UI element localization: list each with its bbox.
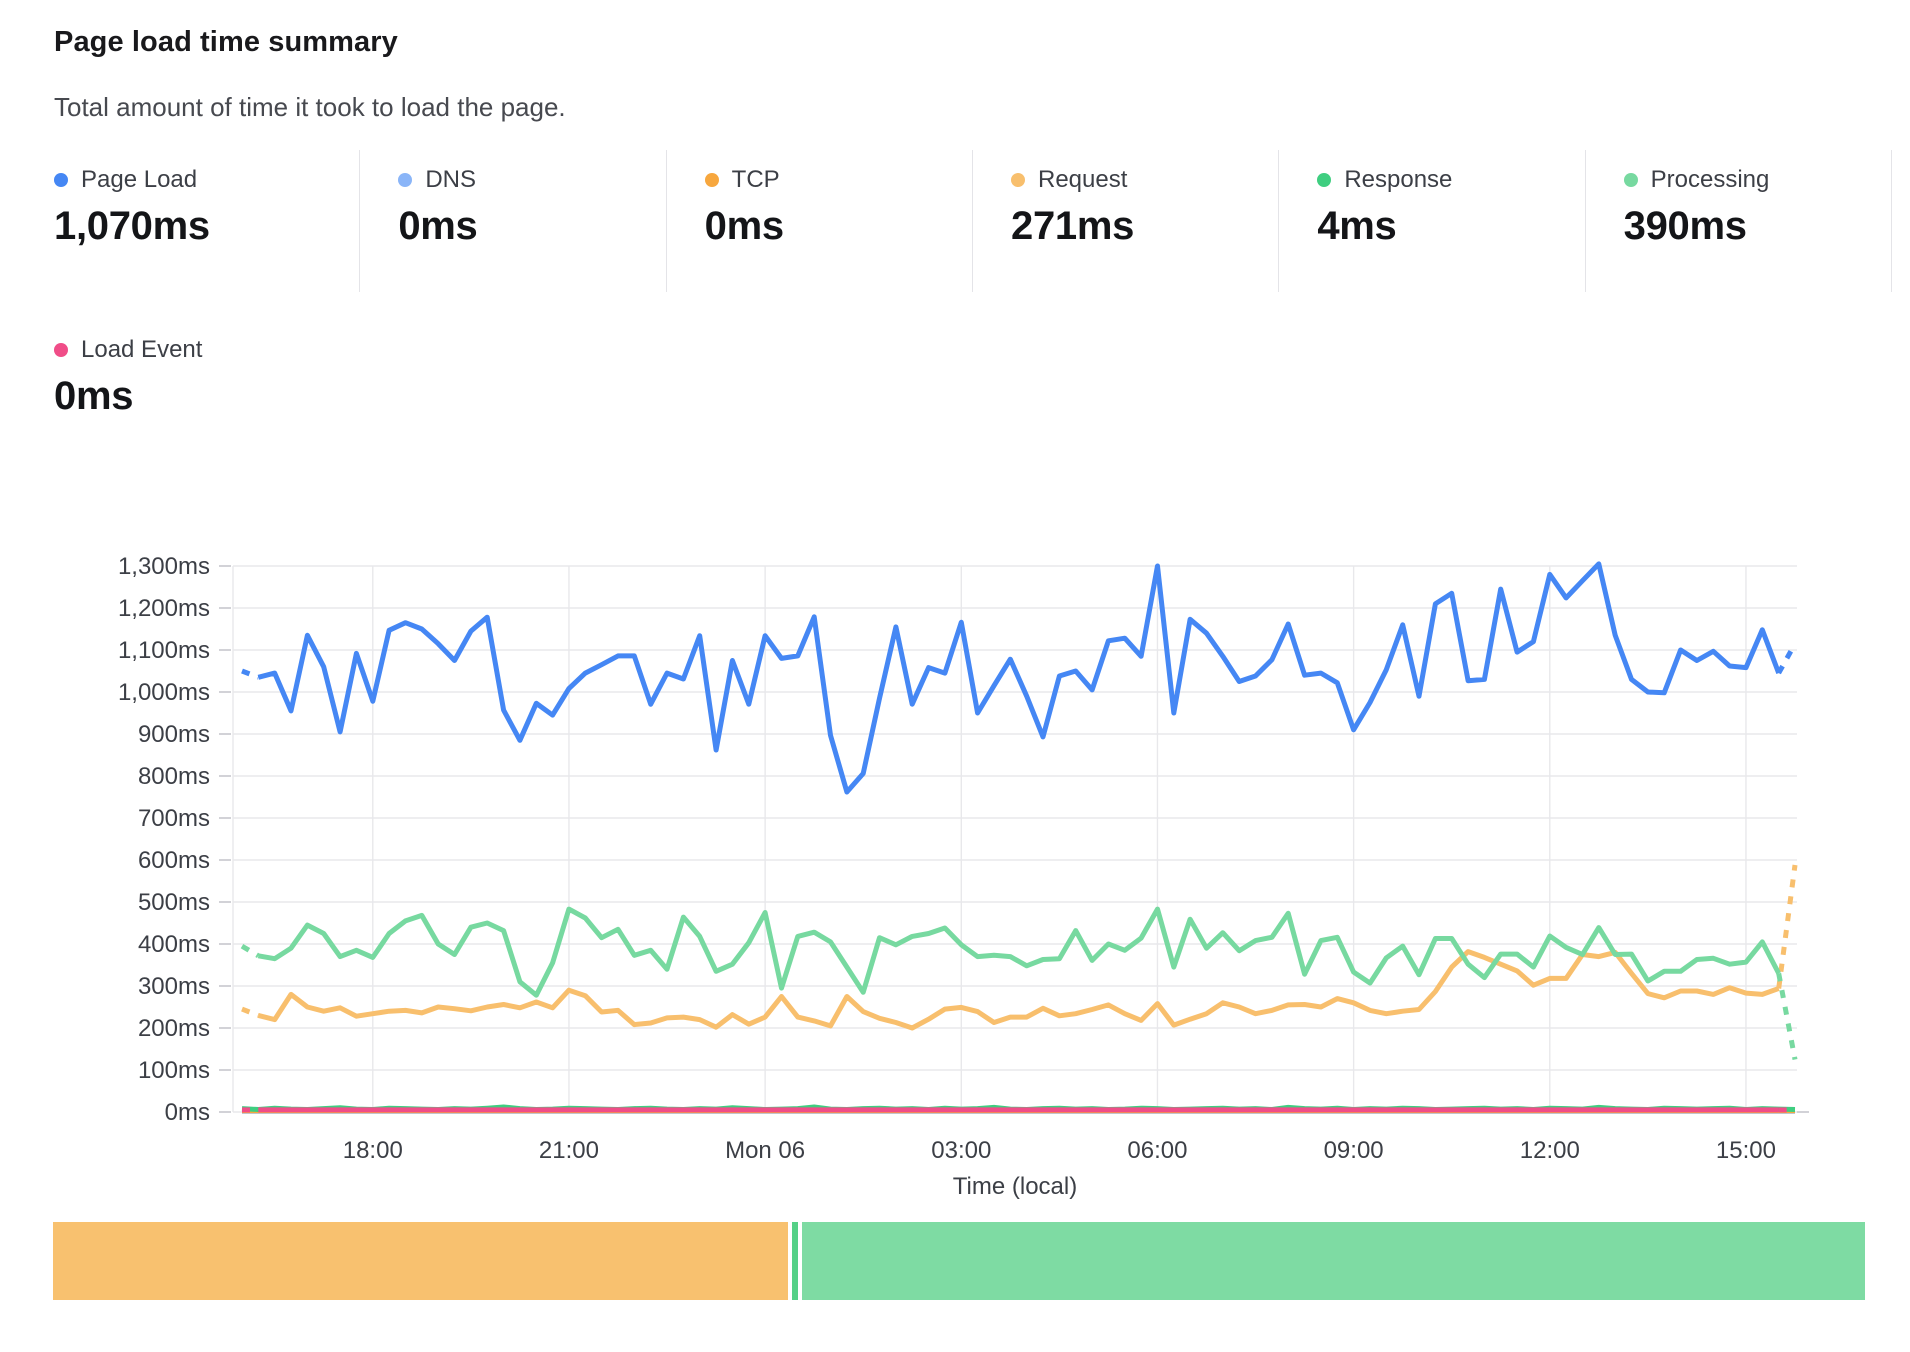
bar-segment-request-share — [53, 1222, 788, 1300]
x-axis-label: 18:00 — [343, 1137, 403, 1164]
x-axis-label: Mon 06 — [725, 1137, 805, 1164]
legend-item-request: Request 271ms — [973, 150, 1279, 292]
x-axis-label: 12:00 — [1520, 1137, 1580, 1164]
bar-segment-processing-share — [802, 1222, 1865, 1300]
legend-item-page-load: Page Load 1,070ms — [54, 150, 360, 292]
y-axis-label: 700ms — [138, 805, 210, 832]
series-line-page-load-tail — [1779, 644, 1795, 673]
series-line-page-load — [258, 564, 1778, 792]
request-series-dot-icon — [1011, 173, 1025, 187]
page-load-series-dot-icon — [54, 173, 68, 187]
legend-stats-row: Page Load 1,070ms DNS 0ms TCP 0ms Request 271ms… — [54, 150, 1892, 292]
legend-item-processing: Processing 390ms — [1586, 150, 1892, 292]
y-axis-label: 1,300ms — [118, 553, 210, 580]
x-axis-label: 06:00 — [1127, 1137, 1187, 1164]
legend-value: 4ms — [1317, 204, 1584, 249]
y-axis-label: 400ms — [138, 931, 210, 958]
legend-value: 0ms — [705, 204, 972, 249]
page-subtitle: Total amount of time it took to load the… — [54, 92, 566, 123]
y-axis-label: 300ms — [138, 973, 210, 1000]
processing-series-dot-icon — [1624, 173, 1638, 187]
legend-label: DNS — [425, 166, 476, 194]
y-axis-label: 900ms — [138, 721, 210, 748]
x-axis-label: 15:00 — [1716, 1137, 1776, 1164]
bar-segment-response-share — [792, 1222, 798, 1300]
x-axis-label: 09:00 — [1324, 1137, 1384, 1164]
legend-item-tcp: TCP 0ms — [667, 150, 973, 292]
y-axis-label: 1,100ms — [118, 637, 210, 664]
legend-item-response: Response 4ms — [1279, 150, 1585, 292]
legend-value: 0ms — [54, 374, 202, 419]
series-line-request-tail — [1779, 865, 1795, 989]
x-axis-title: Time (local) — [953, 1173, 1077, 1200]
legend-item-dns: DNS 0ms — [360, 150, 666, 292]
series-line-processing — [258, 909, 1778, 995]
legend-label: Request — [1038, 166, 1127, 194]
series-line-processing-lead — [242, 946, 258, 956]
series-line-request-lead — [242, 1009, 258, 1015]
legend-label: Response — [1344, 166, 1452, 194]
y-axis-label: 800ms — [138, 763, 210, 790]
y-axis-label: 200ms — [138, 1015, 210, 1042]
y-axis-label: 100ms — [138, 1057, 210, 1084]
legend-item-load-event: Load Event 0ms — [54, 336, 202, 419]
legend-label: Processing — [1651, 166, 1770, 194]
tcp-series-dot-icon — [705, 173, 719, 187]
y-axis-label: 0ms — [165, 1099, 210, 1126]
legend-value: 0ms — [398, 204, 665, 249]
load-event-series-dot-icon — [54, 343, 68, 357]
y-axis-label: 600ms — [138, 847, 210, 874]
load-time-breakdown-bar — [53, 1222, 1865, 1300]
y-axis-label: 1,000ms — [118, 679, 210, 706]
legend-stats-row-2: Load Event 0ms — [54, 336, 202, 419]
x-axis-label: 21:00 — [539, 1137, 599, 1164]
legend-label: Load Event — [81, 336, 202, 364]
legend-label: TCP — [732, 166, 780, 194]
series-line-page-load-lead — [242, 671, 258, 677]
response-series-dot-icon — [1317, 173, 1331, 187]
page: { "header": { "title": "Page load time s… — [0, 0, 1910, 1352]
page-load-time-chart[interactable]: 0ms 100ms 200ms 300ms 400ms 500ms 600ms 700ms 80… — [0, 430, 1910, 1220]
legend-value: 390ms — [1624, 204, 1891, 249]
legend-value: 1,070ms — [54, 204, 359, 249]
x-axis-label: 03:00 — [931, 1137, 991, 1164]
y-axis-label: 500ms — [138, 889, 210, 916]
page-title: Page load time summary — [54, 26, 398, 59]
y-axis-label: 1,200ms — [118, 595, 210, 622]
legend-label: Page Load — [81, 166, 197, 194]
legend-value: 271ms — [1011, 204, 1278, 249]
dns-series-dot-icon — [398, 173, 412, 187]
